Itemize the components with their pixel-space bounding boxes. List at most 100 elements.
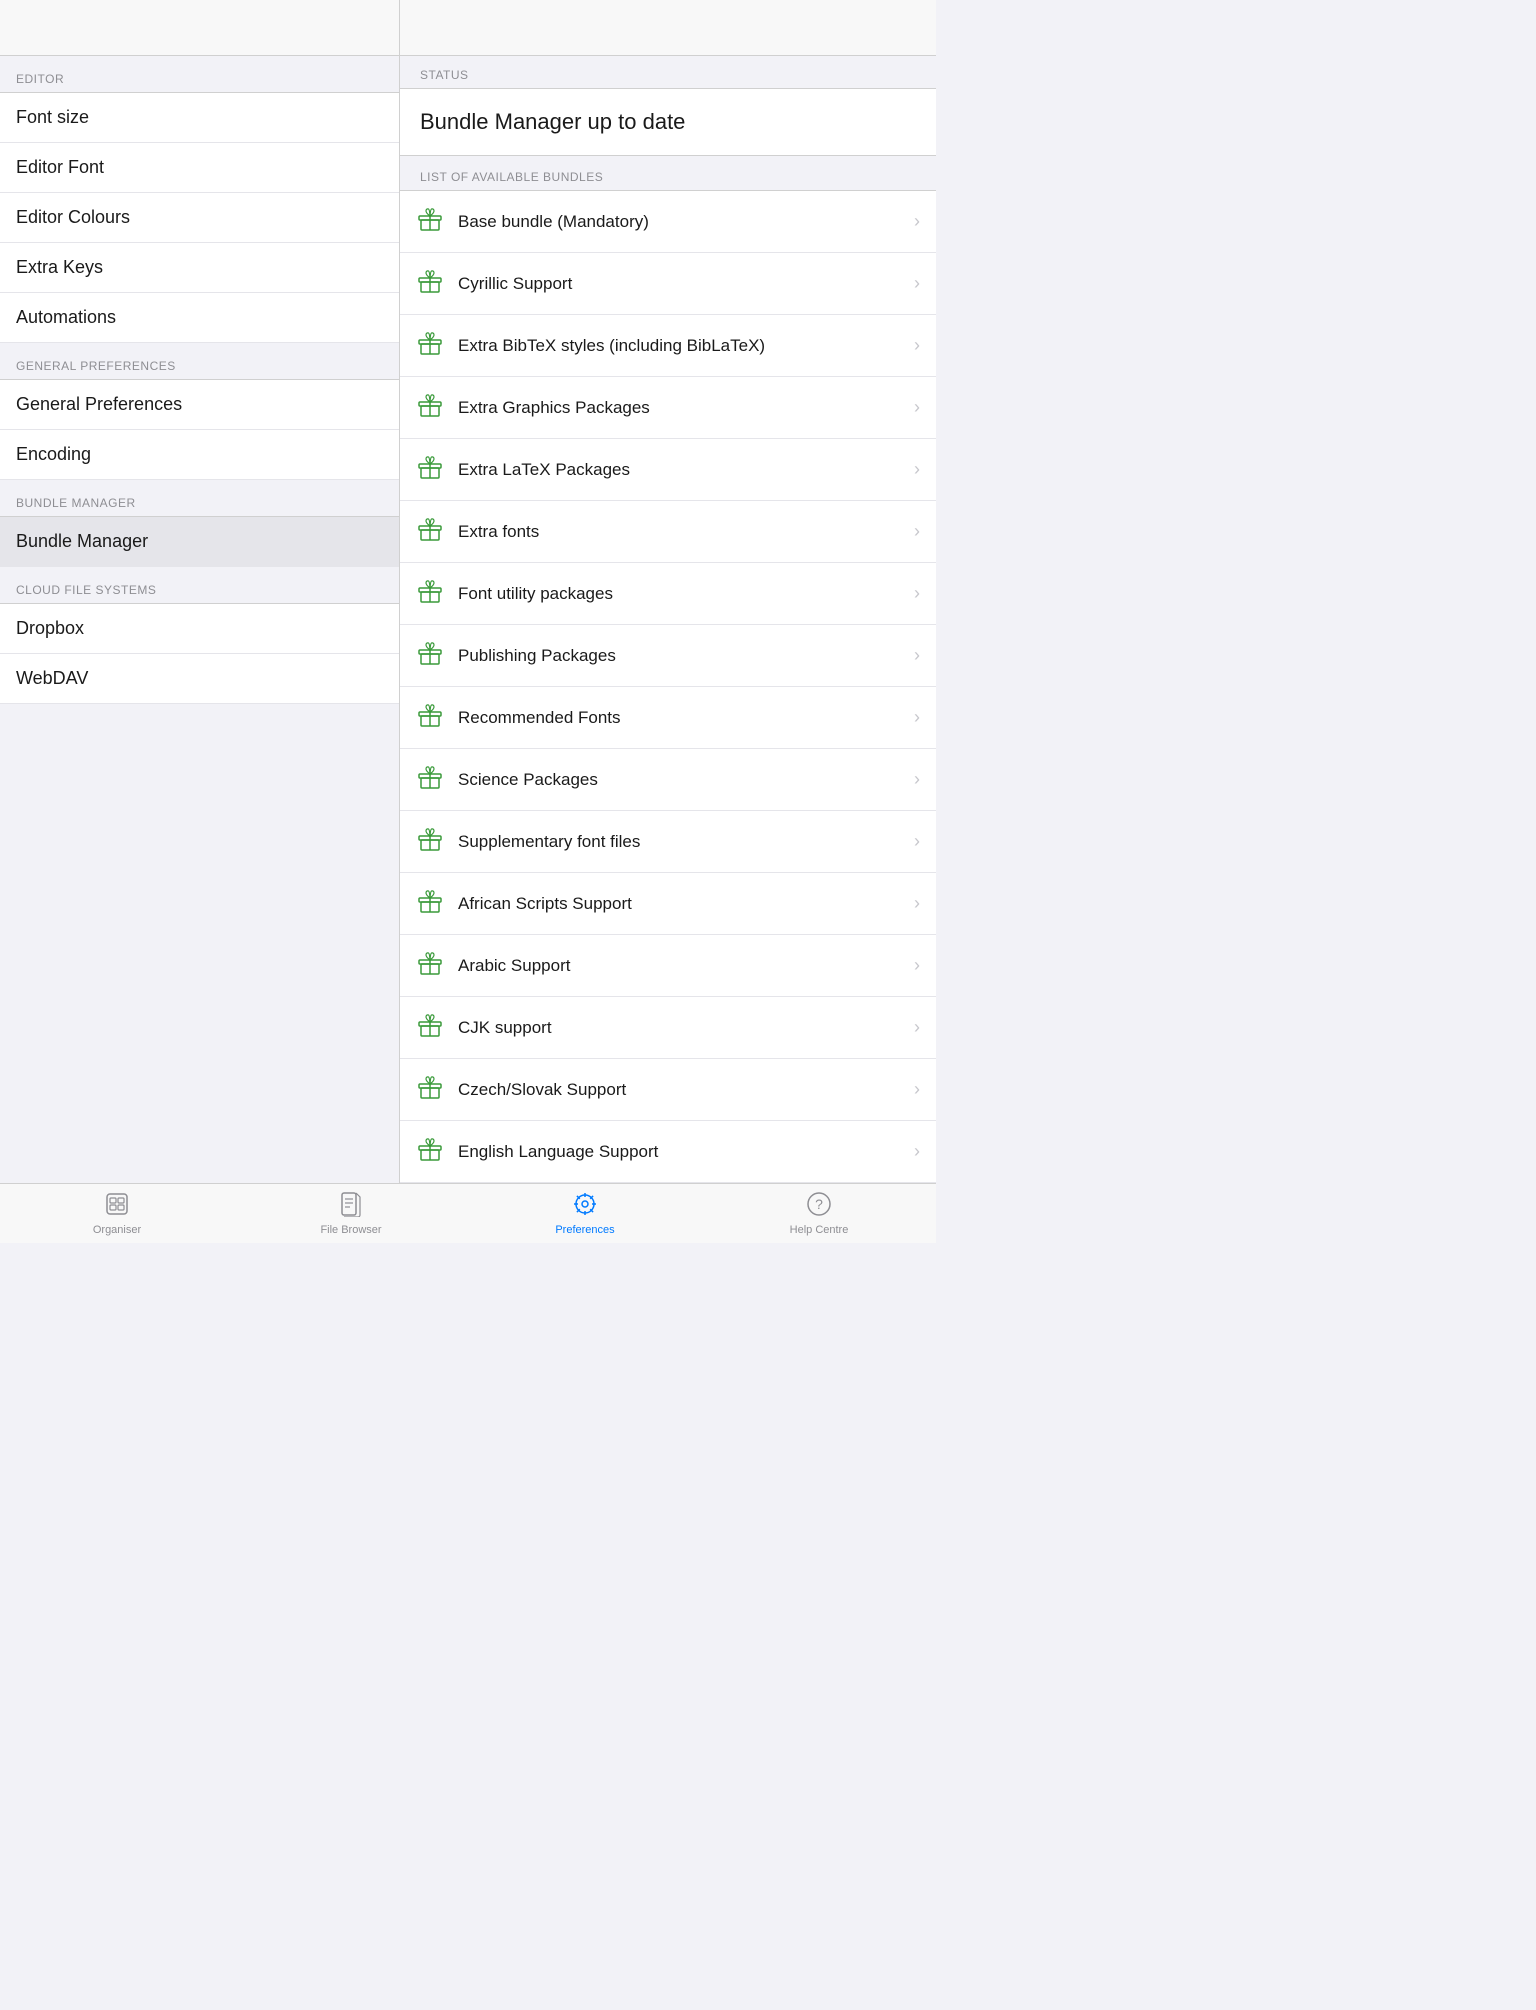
help-centre-label: Help Centre xyxy=(790,1224,849,1236)
svg-text:?: ? xyxy=(815,1196,823,1212)
chevron-right-icon-science-packages: › xyxy=(914,769,920,790)
sidebar: EDITORFont sizeEditor FontEditor Colours… xyxy=(0,56,400,1183)
bundle-item-arabic-support[interactable]: Arabic Support› xyxy=(400,935,936,997)
bundle-label-extra-graphics-packages: Extra Graphics Packages xyxy=(458,398,914,418)
bundle-item-extra-fonts[interactable]: Extra fonts› xyxy=(400,501,936,563)
header-left xyxy=(0,0,400,55)
tab-bar: Organiser File Browser Preferences ? Hel… xyxy=(0,1183,936,1243)
gift-icon-extra-fonts xyxy=(416,515,458,548)
sidebar-section-cloud-file-systems: CLOUD FILE SYSTEMS xyxy=(0,567,399,604)
bundles-section-header: LIST OF AVAILABLE BUNDLES xyxy=(400,156,936,191)
status-section-header: STATUS xyxy=(400,56,936,89)
sidebar-item-dropbox[interactable]: Dropbox xyxy=(0,604,399,654)
chevron-right-icon-english-language-support: › xyxy=(914,1141,920,1162)
bundle-item-extra-graphics-packages[interactable]: Extra Graphics Packages› xyxy=(400,377,936,439)
bundle-item-supplementary-font-files[interactable]: Supplementary font files› xyxy=(400,811,936,873)
gift-icon-extra-bibtex-styles xyxy=(416,329,458,362)
sidebar-item-editor-font[interactable]: Editor Font xyxy=(0,143,399,193)
bundle-label-arabic-support: Arabic Support xyxy=(458,956,914,976)
main-container: EDITORFont sizeEditor FontEditor Colours… xyxy=(0,56,936,1183)
gift-icon-cjk-support xyxy=(416,1011,458,1044)
bundle-label-science-packages: Science Packages xyxy=(458,770,914,790)
sidebar-section-editor: EDITOR xyxy=(0,56,399,93)
organiser-icon xyxy=(104,1191,130,1221)
bundle-label-publishing-packages: Publishing Packages xyxy=(458,646,914,666)
sidebar-item-bundle-manager-item[interactable]: Bundle Manager xyxy=(0,517,399,567)
sidebar-item-webdav[interactable]: WebDAV xyxy=(0,654,399,704)
bundle-item-extra-bibtex-styles[interactable]: Extra BibTeX styles (including BibLaTeX)… xyxy=(400,315,936,377)
bundle-label-recommended-fonts: Recommended Fonts xyxy=(458,708,914,728)
bundle-item-czech-slovak-support[interactable]: Czech/Slovak Support› xyxy=(400,1059,936,1121)
bundle-item-extra-latex-packages[interactable]: Extra LaTeX Packages› xyxy=(400,439,936,501)
sidebar-item-automations[interactable]: Automations xyxy=(0,293,399,343)
gift-icon-extra-latex-packages xyxy=(416,453,458,486)
tab-file-browser[interactable]: File Browser xyxy=(234,1184,468,1243)
help-centre-icon: ? xyxy=(806,1191,832,1221)
gift-icon-czech-slovak-support xyxy=(416,1073,458,1106)
bundle-item-science-packages[interactable]: Science Packages› xyxy=(400,749,936,811)
bundle-label-english-language-support: English Language Support xyxy=(458,1142,914,1162)
gift-icon-extra-graphics-packages xyxy=(416,391,458,424)
gift-icon-english-language-support xyxy=(416,1135,458,1168)
bundle-label-font-utility-packages: Font utility packages xyxy=(458,584,914,604)
bundle-label-extra-bibtex-styles: Extra BibTeX styles (including BibLaTeX) xyxy=(458,336,914,356)
bundle-item-cjk-support[interactable]: CJK support› xyxy=(400,997,936,1059)
sidebar-item-encoding[interactable]: Encoding xyxy=(0,430,399,480)
chevron-right-icon-font-utility-packages: › xyxy=(914,583,920,604)
chevron-right-icon-czech-slovak-support: › xyxy=(914,1079,920,1100)
bundle-label-supplementary-font-files: Supplementary font files xyxy=(458,832,914,852)
bundle-item-base-bundle[interactable]: Base bundle (Mandatory)› xyxy=(400,191,936,253)
chevron-right-icon-cyrillic-support: › xyxy=(914,273,920,294)
bundle-item-english-language-support[interactable]: English Language Support› xyxy=(400,1121,936,1183)
tab-preferences[interactable]: Preferences xyxy=(468,1184,702,1243)
chevron-right-icon-publishing-packages: › xyxy=(914,645,920,666)
chevron-right-icon-extra-bibtex-styles: › xyxy=(914,335,920,356)
bundle-label-base-bundle: Base bundle (Mandatory) xyxy=(458,212,914,232)
chevron-right-icon-arabic-support: › xyxy=(914,955,920,976)
bundle-item-publishing-packages[interactable]: Publishing Packages› xyxy=(400,625,936,687)
bundle-item-recommended-fonts[interactable]: Recommended Fonts› xyxy=(400,687,936,749)
header-right xyxy=(400,0,936,55)
chevron-right-icon-cjk-support: › xyxy=(914,1017,920,1038)
header xyxy=(0,0,936,56)
bundle-label-african-scripts-support: African Scripts Support xyxy=(458,894,914,914)
gift-icon-font-utility-packages xyxy=(416,577,458,610)
gift-icon-base-bundle xyxy=(416,205,458,238)
chevron-right-icon-recommended-fonts: › xyxy=(914,707,920,728)
file-browser-label: File Browser xyxy=(320,1224,381,1236)
sidebar-item-font-size[interactable]: Font size xyxy=(0,93,399,143)
tab-help-centre[interactable]: ? Help Centre xyxy=(702,1184,936,1243)
sidebar-section-general-preferences: GENERAL PREFERENCES xyxy=(0,343,399,380)
chevron-right-icon-african-scripts-support: › xyxy=(914,893,920,914)
chevron-right-icon-base-bundle: › xyxy=(914,211,920,232)
sidebar-section-bundle-manager: BUNDLE MANAGER xyxy=(0,480,399,517)
tab-organiser[interactable]: Organiser xyxy=(0,1184,234,1243)
bundle-item-cyrillic-support[interactable]: Cyrillic Support› xyxy=(400,253,936,315)
file-browser-icon xyxy=(339,1191,363,1221)
chevron-right-icon-extra-graphics-packages: › xyxy=(914,397,920,418)
bundle-label-cyrillic-support: Cyrillic Support xyxy=(458,274,914,294)
chevron-right-icon-supplementary-font-files: › xyxy=(914,831,920,852)
gift-icon-cyrillic-support xyxy=(416,267,458,300)
sidebar-item-general-preferences-item[interactable]: General Preferences xyxy=(0,380,399,430)
chevron-right-icon-extra-latex-packages: › xyxy=(914,459,920,480)
sidebar-item-editor-colours[interactable]: Editor Colours xyxy=(0,193,399,243)
gift-icon-supplementary-font-files xyxy=(416,825,458,858)
gift-icon-african-scripts-support xyxy=(416,887,458,920)
organiser-label: Organiser xyxy=(93,1224,141,1236)
bundle-label-extra-fonts: Extra fonts xyxy=(458,522,914,542)
status-message: Bundle Manager up to date xyxy=(400,89,936,156)
bundle-label-czech-slovak-support: Czech/Slovak Support xyxy=(458,1080,914,1100)
preferences-label: Preferences xyxy=(555,1224,614,1236)
sidebar-item-extra-keys[interactable]: Extra Keys xyxy=(0,243,399,293)
bundle-item-font-utility-packages[interactable]: Font utility packages› xyxy=(400,563,936,625)
gift-icon-recommended-fonts xyxy=(416,701,458,734)
preferences-icon xyxy=(572,1191,598,1221)
gift-icon-science-packages xyxy=(416,763,458,796)
right-panel: STATUSBundle Manager up to dateLIST OF A… xyxy=(400,56,936,1183)
bundle-item-african-scripts-support[interactable]: African Scripts Support› xyxy=(400,873,936,935)
chevron-right-icon-extra-fonts: › xyxy=(914,521,920,542)
bundle-label-extra-latex-packages: Extra LaTeX Packages xyxy=(458,460,914,480)
gift-icon-publishing-packages xyxy=(416,639,458,672)
gift-icon-arabic-support xyxy=(416,949,458,982)
